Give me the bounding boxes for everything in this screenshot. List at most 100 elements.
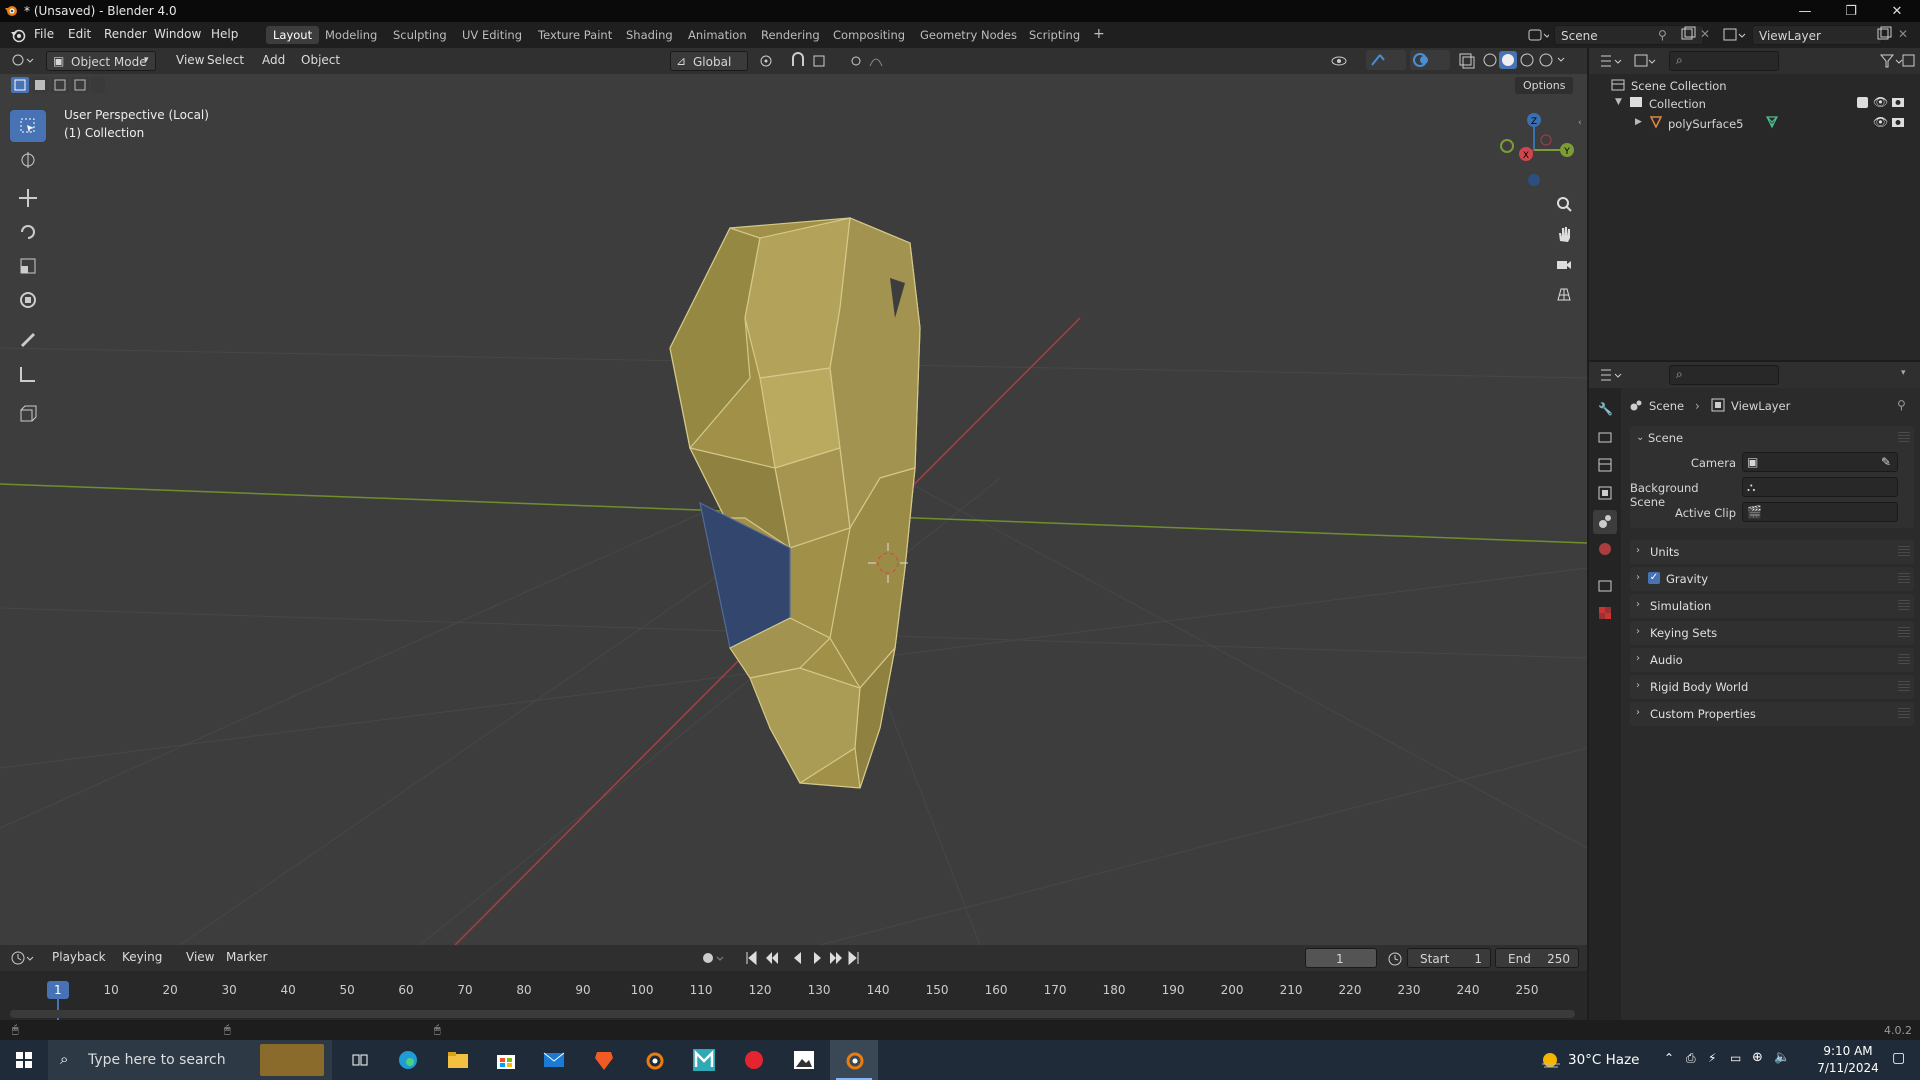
drag-handle-icon[interactable] [1898, 432, 1910, 442]
rigid-body-world-section[interactable]: › Rigid Body World [1630, 675, 1914, 699]
viewport-menu-object[interactable]: Object [295, 51, 346, 71]
outliner-editor-type-icon[interactable] [1599, 52, 1623, 70]
network-icon[interactable]: ⚡ [1708, 1051, 1716, 1065]
blender-taskbar-icon[interactable] [630, 1040, 678, 1080]
collection-tab-icon[interactable] [1598, 578, 1612, 592]
select-box-tool[interactable] [10, 110, 46, 142]
zoom-icon[interactable] [1550, 190, 1578, 218]
tab-rendering[interactable]: Rendering [754, 26, 827, 44]
drag-handle-icon[interactable] [1898, 627, 1910, 637]
tool-tab-icon[interactable]: 🔧 [1598, 402, 1613, 416]
gravity-section[interactable]: › ✓ Gravity [1630, 567, 1914, 591]
timeline-menu-keying[interactable]: Keying [116, 948, 168, 968]
outliner-scene-collection[interactable]: Scene Collection [1631, 79, 1727, 93]
eye-icon[interactable]: 👁 [1873, 115, 1888, 129]
collection-checkbox[interactable] [1857, 97, 1868, 108]
viewlayer-name-field[interactable]: ViewLayer [1752, 25, 1882, 45]
new-viewlayer-icon[interactable] [1876, 26, 1892, 42]
mail-icon[interactable] [530, 1040, 578, 1080]
timeline-menu-playback[interactable]: Playback [46, 948, 112, 968]
tab-uv-editing[interactable]: UV Editing [455, 26, 529, 44]
clock-time[interactable]: 9:10 AM [1812, 1044, 1884, 1058]
overlays-toggle-icon[interactable] [1410, 50, 1450, 70]
scene-tab-icon[interactable] [1593, 510, 1617, 534]
keying-sets-section[interactable]: › Keying Sets [1630, 621, 1914, 645]
eyedropper-icon[interactable]: ✎ [1881, 455, 1891, 469]
tab-layout[interactable]: Layout [266, 26, 320, 44]
delete-viewlayer-icon[interactable]: ✕ [1898, 27, 1908, 41]
navigation-gizmo[interactable]: Z Y X [1488, 110, 1578, 192]
audio-section[interactable]: › Audio [1630, 648, 1914, 672]
delete-scene-icon[interactable]: ✕ [1700, 27, 1710, 41]
weather-label[interactable]: 30°C Haze [1568, 1052, 1639, 1068]
world-tab-icon[interactable] [1598, 542, 1612, 556]
move-tool[interactable] [10, 182, 46, 214]
3d-viewport[interactable]: ▣ Object Mode ▾ View Select Add Object ⊿… [0, 48, 1587, 945]
editor-type-icon[interactable] [10, 51, 36, 69]
drag-handle-icon[interactable] [1898, 654, 1910, 664]
pin-icon[interactable]: ⚲ [1658, 28, 1667, 42]
cursor-tool[interactable] [10, 144, 46, 176]
object-mode-dropdown[interactable]: ▣ Object Mode ▾ [46, 51, 156, 71]
volume-icon[interactable]: 🔈 [1774, 1050, 1790, 1065]
active-clip-field[interactable]: 🎬 [1742, 502, 1898, 522]
tab-modeling[interactable]: Modeling [318, 26, 384, 44]
notification-icon[interactable]: ▢ [1892, 1050, 1905, 1066]
clock-date[interactable]: 7/11/2024 [1812, 1061, 1884, 1075]
menu-help[interactable]: Help [211, 27, 238, 41]
transform-tool[interactable] [10, 284, 46, 316]
blender-menu-icon[interactable] [10, 27, 26, 43]
viewport-menu-add[interactable]: Add [256, 51, 291, 71]
sidebar-toggle-icon[interactable]: ‹ [1578, 118, 1582, 128]
custom-properties-section[interactable]: › Custom Properties [1630, 702, 1914, 726]
new-collection-icon[interactable] [1901, 52, 1917, 68]
brave-browser-icon[interactable] [580, 1040, 628, 1080]
start-frame-field[interactable]: Start 1 [1407, 948, 1491, 968]
eye-icon[interactable]: 👁 [1873, 95, 1888, 109]
current-frame-field[interactable]: 1 [1305, 948, 1377, 968]
perspective-toggle-icon[interactable] [1550, 280, 1578, 308]
globe-icon[interactable]: ⊕ [1752, 1050, 1763, 1065]
new-scene-icon[interactable] [1680, 26, 1696, 42]
camera-view-icon[interactable] [1550, 250, 1578, 278]
tab-animation[interactable]: Animation [681, 26, 754, 44]
drag-handle-icon[interactable] [1898, 573, 1910, 583]
background-scene-field[interactable]: ⛬ [1742, 477, 1898, 497]
meet-now-icon[interactable]: ⎙ [1686, 1051, 1696, 1066]
outliner-search-input[interactable]: ⌕ [1669, 51, 1779, 71]
display-mode-icon[interactable] [1633, 52, 1657, 70]
add-workspace-button[interactable]: + [1086, 24, 1112, 42]
battery-icon[interactable]: ▭ [1730, 1051, 1741, 1065]
maya-icon[interactable] [680, 1040, 728, 1080]
timeline-menu-view[interactable]: View [180, 948, 220, 968]
timeline-editor-type-icon[interactable] [10, 949, 36, 967]
menu-render[interactable]: Render [104, 27, 147, 41]
app-red-icon[interactable] [730, 1040, 778, 1080]
visibility-icon[interactable] [1330, 52, 1358, 70]
drag-handle-icon[interactable] [1898, 600, 1910, 610]
close-button[interactable]: ✕ [1874, 0, 1920, 22]
properties-search-input[interactable]: ⌕ [1669, 365, 1779, 385]
photos-icon[interactable] [780, 1040, 828, 1080]
tab-compositing[interactable]: Compositing [826, 26, 912, 44]
output-tab-icon[interactable] [1598, 458, 1612, 472]
xray-toggle-icon[interactable] [1458, 52, 1476, 70]
pan-hand-icon[interactable] [1550, 220, 1578, 248]
maximize-button[interactable]: ❐ [1828, 0, 1874, 22]
menu-window[interactable]: Window [154, 27, 201, 41]
taskbar-search-box[interactable]: ⌕ Type here to search [48, 1040, 332, 1080]
camera-field[interactable]: ▣ ✎ [1742, 452, 1898, 472]
add-cube-tool[interactable] [10, 398, 46, 430]
chevron-down-icon[interactable]: ▾ [1901, 368, 1906, 378]
properties-editor-type-icon[interactable] [1599, 366, 1623, 384]
scene-panel-title[interactable]: Scene [1648, 431, 1683, 445]
select-mode-buttons[interactable] [10, 76, 106, 94]
outliner-object[interactable]: polySurface5 [1668, 117, 1743, 131]
simulation-section[interactable]: › Simulation [1630, 594, 1914, 618]
file-explorer-icon[interactable] [434, 1040, 482, 1080]
tab-scripting[interactable]: Scripting [1022, 26, 1087, 44]
chevron-down-icon[interactable]: ⌄ [1636, 432, 1644, 443]
measure-tool[interactable] [10, 358, 46, 390]
blender-active-icon[interactable] [830, 1040, 878, 1080]
drag-handle-icon[interactable] [1898, 546, 1910, 556]
